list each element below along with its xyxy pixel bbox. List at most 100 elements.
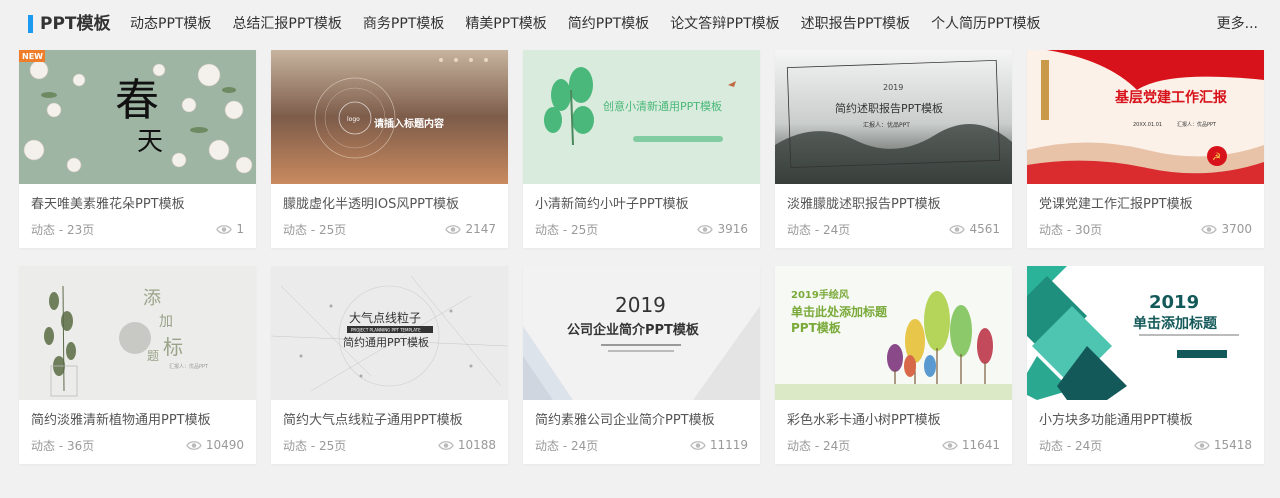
template-meta: 动态 - 24页 [535, 439, 599, 453]
template-title[interactable]: 淡雅朦胧述职报告PPT模板 [787, 196, 941, 214]
template-thumbnail[interactable]: 春 天 NEW [19, 50, 256, 184]
view-count: 1 [216, 221, 244, 238]
view-count: 3700 [1201, 221, 1252, 238]
thumb-title-char: 春 [115, 75, 159, 126]
template-card[interactable]: 基层党建工作汇报 20XX.01.01 汇报人：优品PPT ☭ 党课党建工作汇报… [1027, 50, 1264, 248]
view-count: 11119 [690, 437, 748, 454]
nav-item-resume[interactable]: 个人简历PPT模板 [931, 13, 1040, 35]
view-count-value: 11641 [961, 438, 1000, 452]
nav-item-simple[interactable]: 简约PPT模板 [568, 13, 649, 35]
thumb-title-text: 单击添加标题 [1133, 315, 1218, 332]
thumb-logo-text: logo [347, 116, 360, 123]
template-card[interactable]: 创意小清新通用PPT模板 小清新简约小叶子PPT模板 动态 - 25页 3916 [523, 50, 760, 248]
template-card[interactable]: 2019 公司企业简介PPT模板 简约素雅公司企业简介PPT模板 动态 - 24… [523, 266, 760, 464]
more-link[interactable]: 更多... [1217, 13, 1258, 35]
eye-icon [1194, 441, 1210, 450]
template-card[interactable]: 大气点线粒子 PROJECT PLANNING PPT TEMPLATE 简约通… [271, 266, 508, 464]
view-count-value: 3700 [1221, 222, 1252, 236]
template-title[interactable]: 朦胧虚化半透明IOS风PPT模板 [283, 196, 459, 214]
template-title[interactable]: 彩色水彩卡通小树PPT模板 [787, 412, 941, 430]
nav-item-exquisite[interactable]: 精美PPT模板 [465, 13, 546, 35]
view-count: 10188 [438, 437, 496, 454]
thumb-year: 2019 [883, 83, 903, 92]
eye-icon [690, 441, 706, 450]
template-card[interactable]: 添 加 标 题 汇报人：优品PPT 简约淡雅清新植物通用PPT模板 动态 - 3… [19, 266, 256, 464]
view-count-value: 4561 [969, 222, 1000, 236]
header: PPT模板 动态PPT模板 总结汇报PPT模板 商务PPT模板 精美PPT模板 … [0, 0, 1280, 48]
view-count-value: 1 [236, 222, 244, 236]
thumb-title-char: 题 [147, 349, 159, 363]
template-meta: 动态 - 24页 [1039, 439, 1103, 453]
template-card[interactable]: 2019手绘风 单击此处添加标题 PPT模板 彩色水彩卡通小树PPT模板 动态 … [775, 266, 1012, 464]
eye-icon [445, 225, 462, 234]
thumb-title-text: 简约通用PPT模板 [343, 335, 429, 349]
thumb-subtitle: 汇报人：优品PPT [863, 121, 910, 129]
eye-icon [1201, 225, 1218, 234]
template-title[interactable]: 简约素雅公司企业简介PPT模板 [535, 412, 715, 430]
template-card[interactable]: 2019 单击添加标题 小方块多功能通用PPT模板 动态 - 24页 15418 [1027, 266, 1264, 464]
thumb-subtitle: 汇报人：优品PPT [169, 363, 209, 370]
template-thumbnail[interactable]: 基层党建工作汇报 20XX.01.01 汇报人：优品PPT ☭ [1027, 50, 1264, 184]
eye-icon [438, 441, 454, 450]
template-thumbnail[interactable]: 2019 简约述职报告PPT模板 汇报人：优品PPT [775, 50, 1012, 184]
view-count-value: 15418 [1213, 438, 1252, 452]
view-count: 2147 [445, 221, 496, 238]
template-title[interactable]: 小方块多功能通用PPT模板 [1039, 412, 1193, 430]
thumb-title-text: 单击此处添加标题 [791, 304, 888, 319]
thumb-date: 20XX.01.01 [1133, 122, 1162, 128]
thumb-title-text: 简约述职报告PPT模板 [835, 101, 943, 115]
template-meta: 动态 - 36页 [31, 439, 95, 453]
thumb-title-text: 大气点线粒子 [349, 310, 421, 325]
view-count-value: 10188 [457, 438, 496, 452]
nav-item-business[interactable]: 商务PPT模板 [363, 13, 444, 35]
thumb-title-text: 基层党建工作汇报 [1115, 89, 1227, 106]
view-count: 3916 [697, 221, 748, 238]
template-meta: 动态 - 24页 [787, 439, 851, 453]
thumb-title-text: 公司企业简介PPT模板 [567, 322, 700, 338]
emblem-icon: ☭ [1212, 152, 1221, 163]
thumb-title-char: 加 [159, 314, 173, 330]
template-title[interactable]: 简约淡雅清新植物通用PPT模板 [31, 412, 211, 430]
template-meta: 动态 - 25页 [283, 223, 347, 237]
template-card[interactable]: 2019 简约述职报告PPT模板 汇报人：优品PPT 淡雅朦胧述职报告PPT模板… [775, 50, 1012, 248]
view-count: 4561 [949, 221, 1000, 238]
thumb-title-text: PPT模板 [791, 320, 842, 335]
eye-icon [697, 225, 714, 234]
template-title[interactable]: 党课党建工作汇报PPT模板 [1039, 196, 1193, 214]
view-count-value: 10490 [205, 438, 244, 452]
template-thumbnail[interactable]: 2019 单击添加标题 [1027, 266, 1264, 400]
category-nav: 动态PPT模板 总结汇报PPT模板 商务PPT模板 精美PPT模板 简约PPT模… [130, 13, 1062, 35]
template-card[interactable]: 春 天 NEW 春天唯美素雅花朵PPT模板 动态 - 23页 1 [19, 50, 256, 248]
template-thumbnail[interactable]: 大气点线粒子 PROJECT PLANNING PPT TEMPLATE 简约通… [271, 266, 508, 400]
thumb-title-text: 创意小清新通用PPT模板 [603, 99, 722, 113]
template-thumbnail[interactable]: 创意小清新通用PPT模板 [523, 50, 760, 184]
thumb-subtitle: 汇报人：优品PPT [1177, 121, 1217, 128]
brand-accent-bar [28, 15, 33, 33]
template-card[interactable]: logo 请插入标题内容 朦胧虚化半透明IOS风PPT模板 动态 - 25页 2… [271, 50, 508, 248]
section-title: PPT模板 [40, 14, 111, 34]
eye-icon [186, 441, 202, 450]
view-count-value: 3916 [717, 222, 748, 236]
template-thumbnail[interactable]: 2019 公司企业简介PPT模板 [523, 266, 760, 400]
thumb-year: 2019 [615, 293, 666, 317]
new-badge: NEW [22, 52, 43, 61]
eye-icon [949, 225, 966, 234]
template-title[interactable]: 简约大气点线粒子通用PPT模板 [283, 412, 463, 430]
thumb-title-char: 天 [137, 127, 163, 157]
nav-item-thesis-defense[interactable]: 论文答辩PPT模板 [670, 13, 779, 35]
template-title[interactable]: 小清新简约小叶子PPT模板 [535, 196, 689, 214]
template-meta: 动态 - 25页 [535, 223, 599, 237]
thumb-year: 2019 [1149, 292, 1199, 313]
nav-item-summary-report[interactable]: 总结汇报PPT模板 [232, 13, 341, 35]
eye-icon [942, 441, 958, 450]
template-meta: 动态 - 24页 [787, 223, 851, 237]
nav-item-dynamic[interactable]: 动态PPT模板 [130, 13, 211, 35]
template-thumbnail[interactable]: 2019手绘风 单击此处添加标题 PPT模板 [775, 266, 1012, 400]
template-thumbnail[interactable]: 添 加 标 题 汇报人：优品PPT [19, 266, 256, 400]
nav-item-work-report[interactable]: 述职报告PPT模板 [801, 13, 910, 35]
thumb-subtitle-en: PROJECT PLANNING PPT TEMPLATE [351, 328, 421, 333]
eye-icon [216, 225, 233, 234]
template-title[interactable]: 春天唯美素雅花朵PPT模板 [31, 196, 185, 214]
template-meta: 动态 - 30页 [1039, 223, 1103, 237]
template-thumbnail[interactable]: logo 请插入标题内容 [271, 50, 508, 184]
